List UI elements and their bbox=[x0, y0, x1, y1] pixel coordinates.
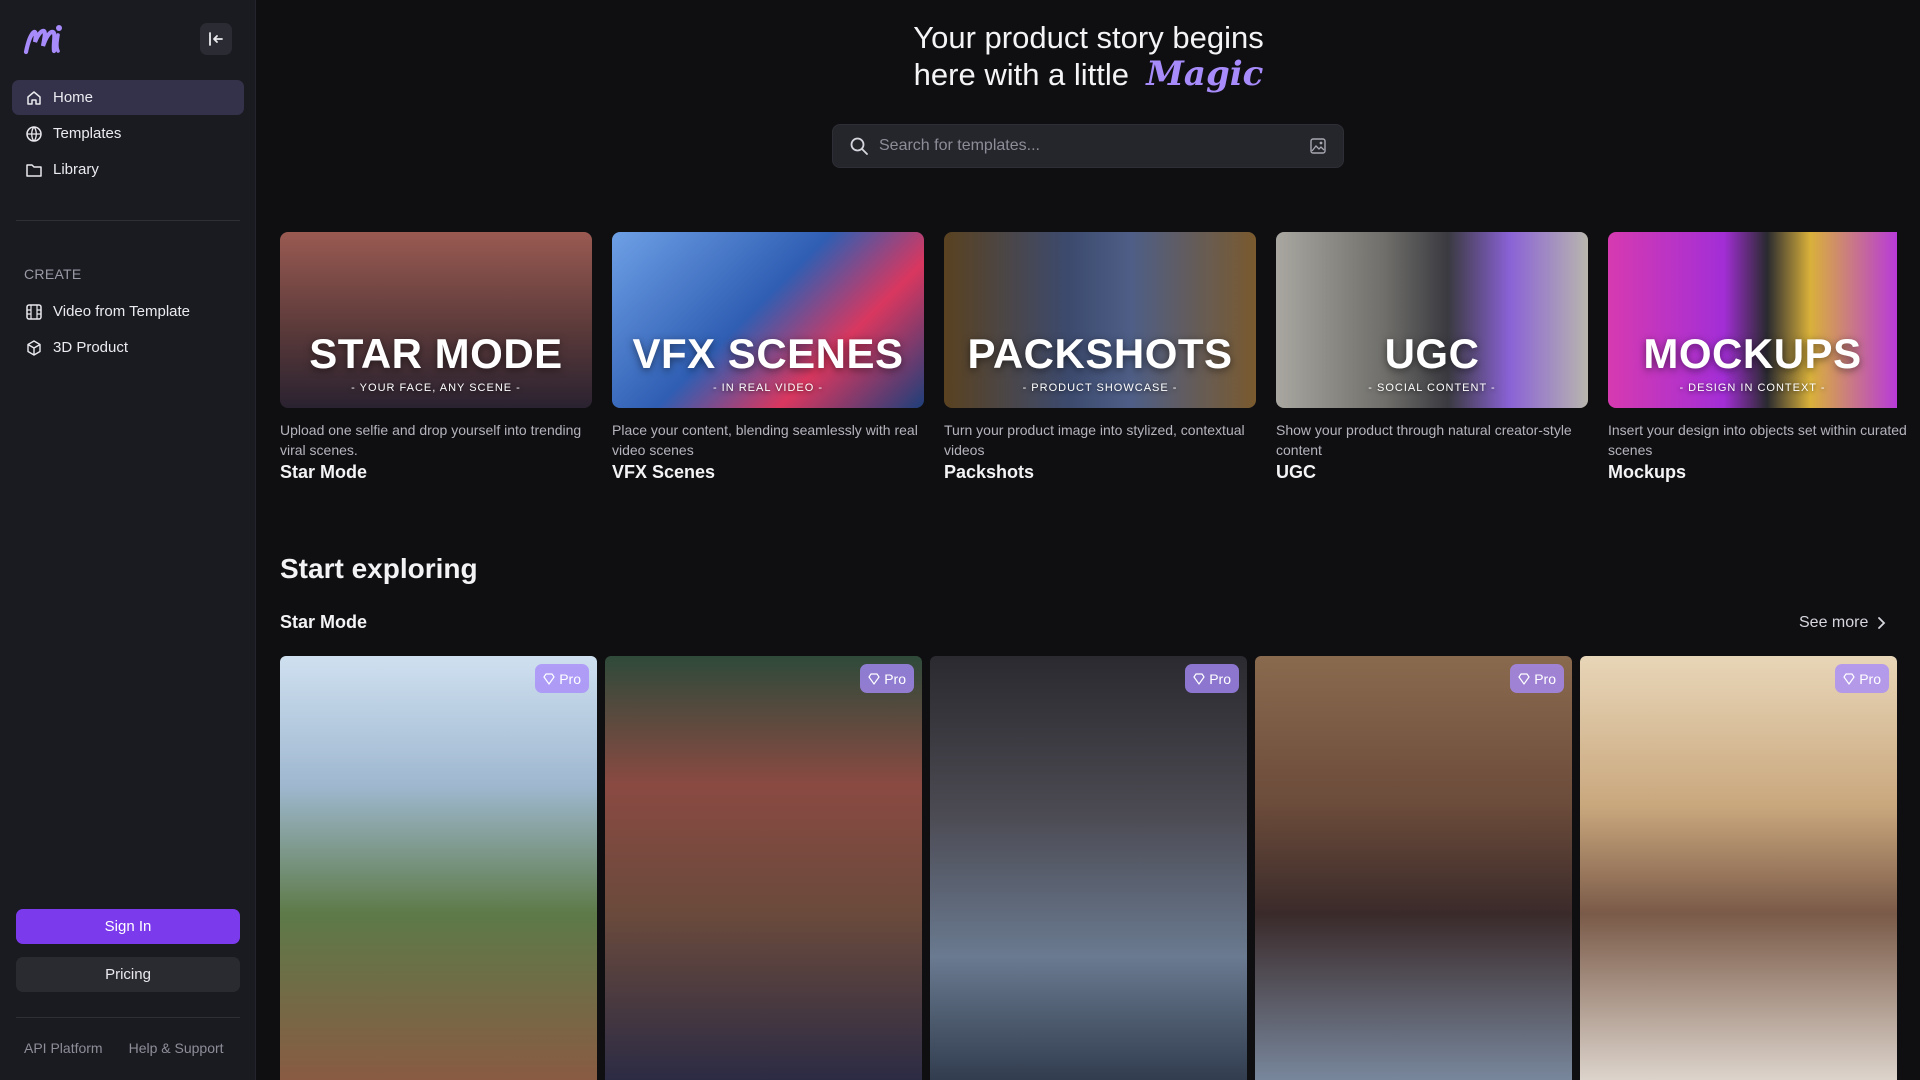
template-tile[interactable]: Pro bbox=[930, 656, 1247, 1080]
sidebar-divider bbox=[16, 220, 240, 221]
category-thumbnail-title: VFX SCENES bbox=[632, 330, 904, 377]
category-card-ugc[interactable]: UGC - SOCIAL CONTENT - Show your product… bbox=[1276, 232, 1588, 483]
create-nav: Video from Template 3D Product bbox=[12, 294, 244, 366]
main-content: Your product story begins here with a li… bbox=[257, 0, 1920, 1080]
hero-magic-word: Magic bbox=[1146, 54, 1264, 94]
home-icon bbox=[25, 89, 43, 107]
row-title-star-mode: Star Mode bbox=[280, 612, 368, 632]
sidebar: Home Templates Library CREATE Video from… bbox=[0, 0, 256, 1080]
collapse-sidebar-button[interactable] bbox=[200, 23, 232, 55]
category-thumbnail-subtitle: - YOUR FACE, ANY SCENE - bbox=[351, 382, 521, 394]
nav-item-templates[interactable]: Templates bbox=[12, 116, 244, 151]
search-icon bbox=[850, 137, 868, 155]
globe-icon bbox=[25, 125, 43, 143]
search-bar bbox=[832, 124, 1344, 168]
create-section-label: CREATE bbox=[24, 266, 82, 282]
category-name: Star Mode bbox=[280, 462, 368, 482]
footer-links: API Platform Help & Support bbox=[24, 1040, 224, 1056]
chevron-right-icon bbox=[1878, 617, 1886, 629]
pro-label: Pro bbox=[1859, 670, 1881, 687]
category-thumbnail: MOCKUPS - DESIGN IN CONTEXT - bbox=[1608, 232, 1897, 408]
category-thumbnail: PACKSHOTS - PRODUCT SHOWCASE - bbox=[944, 232, 1256, 408]
category-description: Show your product through natural creato… bbox=[1276, 422, 1572, 458]
pro-label: Pro bbox=[559, 670, 581, 687]
nav-item-video-from-template[interactable]: Video from Template bbox=[12, 294, 244, 329]
category-thumbnail: VFX SCENES - IN REAL VIDEO - bbox=[612, 232, 924, 408]
category-name: Packshots bbox=[944, 462, 1035, 482]
sidebar-footer-divider bbox=[16, 1017, 240, 1018]
cube-icon bbox=[25, 339, 43, 357]
nav-item-label: Templates bbox=[53, 125, 122, 142]
diamond-icon bbox=[1518, 672, 1530, 685]
template-tile[interactable]: Pro bbox=[280, 656, 597, 1080]
pro-label: Pro bbox=[884, 670, 906, 687]
see-more-label: See more bbox=[1799, 614, 1869, 631]
category-card-star-mode[interactable]: STAR MODE - YOUR FACE, ANY SCENE - Uploa… bbox=[280, 232, 592, 483]
category-description: Insert your design into objects set with… bbox=[1608, 422, 1907, 458]
category-thumbnail-subtitle: - SOCIAL CONTENT - bbox=[1368, 382, 1496, 394]
category-thumbnail-subtitle: - DESIGN IN CONTEXT - bbox=[1679, 382, 1826, 394]
nav-item-label: Video from Template bbox=[53, 303, 191, 320]
category-thumbnail-subtitle: - PRODUCT SHOWCASE - bbox=[1022, 382, 1178, 394]
see-more-link[interactable]: See more bbox=[1799, 614, 1886, 632]
category-name: Mockups bbox=[1608, 462, 1687, 482]
collapse-left-icon bbox=[209, 32, 223, 46]
explore-section-title: Start exploring bbox=[280, 553, 478, 584]
nav-item-3d-product[interactable]: 3D Product bbox=[12, 330, 244, 365]
category-thumbnail: UGC - SOCIAL CONTENT - bbox=[1276, 232, 1588, 408]
image-search-icon[interactable] bbox=[1309, 137, 1327, 155]
diamond-icon bbox=[1843, 672, 1855, 685]
diamond-icon bbox=[1193, 672, 1205, 685]
pricing-button[interactable]: Pricing bbox=[16, 957, 240, 992]
pro-badge: Pro bbox=[860, 664, 914, 693]
pro-badge: Pro bbox=[1510, 664, 1564, 693]
pro-badge: Pro bbox=[1835, 664, 1889, 693]
category-thumbnail-subtitle: - IN REAL VIDEO - bbox=[712, 382, 824, 394]
pro-badge: Pro bbox=[1185, 664, 1239, 693]
pro-label: Pro bbox=[1534, 670, 1556, 687]
help-support-link[interactable]: Help & Support bbox=[129, 1040, 224, 1056]
template-tile[interactable]: Pro bbox=[605, 656, 922, 1080]
main-nav: Home Templates Library bbox=[12, 80, 244, 188]
nav-item-label: 3D Product bbox=[53, 339, 129, 356]
search-input[interactable] bbox=[879, 137, 1309, 155]
nav-item-library[interactable]: Library bbox=[12, 152, 244, 187]
sign-in-button[interactable]: Sign In bbox=[16, 909, 240, 944]
category-thumbnail-title: UGC bbox=[1384, 330, 1480, 377]
diamond-icon bbox=[543, 672, 555, 685]
hero-heading: Your product story begins here with a li… bbox=[257, 20, 1920, 93]
nav-item-label: Home bbox=[53, 89, 94, 106]
category-name: UGC bbox=[1276, 462, 1316, 482]
category-name: VFX Scenes bbox=[612, 462, 716, 482]
pro-label: Pro bbox=[1209, 670, 1231, 687]
category-card-vfx-scenes[interactable]: VFX SCENES - IN REAL VIDEO - Place your … bbox=[612, 232, 924, 483]
hero-line-2: here with a little Magic bbox=[257, 56, 1920, 93]
hero-line-2-text: here with a little bbox=[913, 57, 1130, 92]
category-description: Turn your product image into stylized, c… bbox=[944, 422, 1245, 458]
category-thumbnail-title: PACKSHOTS bbox=[967, 330, 1233, 377]
category-cards: STAR MODE - YOUR FACE, ANY SCENE - Uploa… bbox=[280, 232, 1920, 492]
nav-item-home[interactable]: Home bbox=[12, 80, 244, 115]
category-thumbnail: STAR MODE - YOUR FACE, ANY SCENE - bbox=[280, 232, 592, 408]
api-platform-link[interactable]: API Platform bbox=[24, 1040, 103, 1056]
category-description: Upload one selfie and drop yourself into… bbox=[280, 422, 582, 458]
folder-icon bbox=[25, 161, 43, 179]
pro-badge: Pro bbox=[535, 664, 589, 693]
app-logo[interactable] bbox=[22, 20, 66, 60]
template-tiles: Pro Pro Pro Pro Pro bbox=[280, 656, 1920, 1080]
category-thumbnail-title: STAR MODE bbox=[309, 330, 563, 377]
category-card-packshots[interactable]: PACKSHOTS - PRODUCT SHOWCASE - Turn your… bbox=[944, 232, 1256, 483]
template-tile[interactable]: Pro bbox=[1580, 656, 1897, 1080]
hero-line-1: Your product story begins bbox=[913, 20, 1264, 55]
category-card-mockups[interactable]: MOCKUPS - DESIGN IN CONTEXT - Insert you… bbox=[1608, 232, 1920, 483]
film-icon bbox=[25, 303, 43, 321]
category-description: Place your content, blending seamlessly … bbox=[612, 422, 918, 458]
nav-item-label: Library bbox=[53, 161, 99, 178]
diamond-icon bbox=[868, 672, 880, 685]
template-tile[interactable]: Pro bbox=[1255, 656, 1572, 1080]
category-thumbnail-title: MOCKUPS bbox=[1643, 330, 1862, 377]
